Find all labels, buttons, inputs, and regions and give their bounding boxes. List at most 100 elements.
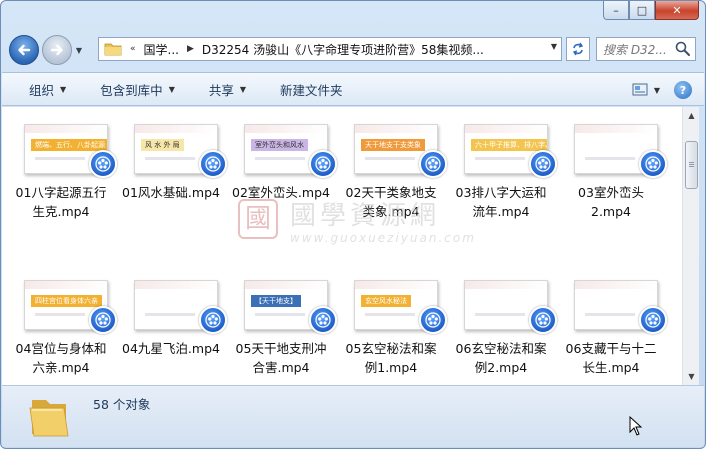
explorer-window: – □ ✕ ▼ « 国学... ▶ D32254 汤骏山《八字命理专项进阶营》5…	[0, 0, 706, 449]
thumbnail-decoration	[585, 157, 635, 160]
thumbnail-decoration	[365, 157, 415, 160]
thumbnail-decoration	[135, 281, 217, 289]
file-name: 03室外峦头 2.mp4	[556, 183, 666, 221]
thumbnail-decoration	[245, 125, 327, 133]
thumbnail-banner: 六十甲子推算、排八字、排大运	[471, 139, 547, 151]
help-icon[interactable]: ?	[674, 81, 692, 99]
caption-buttons: – □ ✕	[603, 1, 699, 22]
media-player-icon	[639, 150, 667, 178]
media-player-icon	[89, 306, 117, 334]
thumbnail-banner: 玄空风水秘法	[361, 295, 411, 307]
thumbnail-banner: 燃端、五行、八卦起源	[31, 139, 107, 151]
scroll-up-icon[interactable]: ▲	[683, 107, 700, 124]
file-name: 05天干地支刑冲 合害.mp4	[226, 339, 336, 377]
file-item[interactable]: 【天干地支】 05天干地支刑冲 合害.mp4	[226, 263, 337, 383]
vertical-scrollbar[interactable]: ▲ ▼	[682, 107, 699, 385]
file-item[interactable]: 四柱宫位看身体六亲 04宫位与身体和 六亲.mp4	[6, 263, 117, 383]
command-bar: 组织 ▼ 包含到库中 ▼ 共享 ▼ 新建文件夹 ▼ ?	[2, 72, 704, 106]
file-name-line: 长生.mp4	[582, 360, 640, 375]
thumbnail-banner: 【天干地支】	[251, 295, 301, 307]
organize-menu[interactable]: 组织 ▼	[29, 80, 66, 99]
file-list[interactable]: 燃端、五行、八卦起源 01八字起源五行 生克.mp4 风 水 外 局 01风水基础.mp…	[2, 107, 682, 385]
search-icon[interactable]	[674, 40, 692, 58]
refresh-button[interactable]	[566, 37, 590, 61]
file-name: 02室外峦头.mp4	[226, 183, 336, 202]
include-in-library-menu[interactable]: 包含到库中 ▼	[100, 80, 175, 99]
chevron-down-icon: ▼	[75, 45, 83, 55]
details-pane: 58 个对象	[2, 385, 704, 447]
toolbar-right: ▼ ?	[632, 81, 692, 99]
file-item[interactable]: 六十甲子推算、排八字、排大运 03排八字大运和流年.mp4	[446, 107, 557, 227]
minimize-icon: –	[613, 3, 619, 17]
file-item[interactable]: 03室外峦头 2.mp4	[556, 107, 667, 227]
file-name-line: 05玄空秘法和案	[345, 341, 437, 356]
mouse-pointer-icon	[629, 416, 643, 436]
thumbnail-decoration	[355, 281, 437, 289]
thumbnail-decoration	[585, 313, 635, 316]
thumbnail-banner: 室外峦头和风水	[251, 139, 308, 151]
file-name-line: 例2.mp4	[474, 360, 528, 375]
change-view-icon[interactable]	[632, 83, 650, 97]
address-bar[interactable]: « 国学... ▶ D32254 汤骏山《八字命理专项进阶营》58集视频... …	[98, 37, 562, 61]
media-player-icon	[309, 306, 337, 334]
back-button[interactable]	[9, 35, 39, 65]
file-item[interactable]: 天干地支干支类象 02天干类象地支 类象.mp4	[336, 107, 447, 227]
breadcrumb-separator-icon[interactable]: ▶	[187, 44, 194, 54]
file-name-line: 04宫位与身体和	[15, 341, 107, 356]
thumbnail-decoration	[135, 125, 217, 133]
file-item[interactable]: 室外峦头和风水 02室外峦头.mp4	[226, 107, 337, 227]
media-player-icon	[89, 150, 117, 178]
breadcrumb-current[interactable]: D32254 汤骏山《八字命理专项进阶营》58集视频...	[202, 41, 484, 58]
thumbnail-decoration	[255, 157, 305, 160]
file-item[interactable]: 04九星飞泊.mp4	[116, 263, 227, 383]
file-name-line: 06支藏干与十二	[565, 341, 657, 356]
address-overflow[interactable]: «	[130, 44, 136, 54]
thumbnail-decoration	[365, 313, 415, 316]
thumbnail-decoration	[245, 281, 327, 289]
new-folder-button[interactable]: 新建文件夹	[280, 80, 343, 99]
thumbnail-decoration	[575, 125, 657, 133]
maximize-button[interactable]: □	[629, 1, 655, 20]
file-item[interactable]: 燃端、五行、八卦起源 01八字起源五行 生克.mp4	[6, 107, 117, 227]
organize-label: 组织	[29, 82, 55, 98]
forward-button[interactable]	[42, 35, 72, 65]
breadcrumb-parent[interactable]: 国学...	[144, 41, 179, 58]
arrow-right-icon	[50, 44, 63, 56]
file-item[interactable]: 风 水 外 局 01风水基础.mp4	[116, 107, 227, 227]
share-menu[interactable]: 共享 ▼	[209, 80, 246, 99]
file-name-line: 05天干地支刑冲	[235, 341, 327, 356]
file-name: 01八字起源五行 生克.mp4	[6, 183, 116, 221]
file-name: 06支藏干与十二 长生.mp4	[556, 339, 666, 377]
file-name-line: 03排八字大运和	[455, 185, 547, 200]
file-item[interactable]: 玄空风水秘法 05玄空秘法和案 例1.mp4	[336, 263, 447, 383]
thumbnail-decoration	[145, 157, 195, 160]
minimize-button[interactable]: –	[603, 1, 629, 20]
folder-icon	[29, 400, 69, 437]
refresh-icon	[572, 42, 584, 56]
media-player-icon	[309, 150, 337, 178]
search-box[interactable]: 搜索 D32...	[596, 37, 696, 61]
scroll-thumb[interactable]	[685, 141, 698, 189]
file-name: 06玄空秘法和案 例2.mp4	[446, 339, 556, 377]
file-name-line: 01风水基础.mp4	[122, 185, 220, 200]
share-label: 共享	[208, 82, 234, 98]
close-button[interactable]: ✕	[655, 1, 699, 20]
thumbnail-decoration	[465, 281, 547, 289]
file-name-line: 04九星飞泊.mp4	[122, 341, 220, 356]
thumbnail-decoration	[355, 125, 437, 133]
search-input[interactable]: 搜索 D32...	[603, 41, 674, 58]
file-item[interactable]: 06支藏干与十二 长生.mp4	[556, 263, 667, 383]
scroll-down-icon[interactable]: ▼	[683, 368, 700, 385]
file-item[interactable]: 06玄空秘法和案 例2.mp4	[446, 263, 557, 383]
recent-pages-button[interactable]: ▼	[72, 40, 86, 60]
thumbnail-decoration	[475, 313, 525, 316]
thumbnail-decoration	[465, 125, 547, 133]
file-name-line: 06玄空秘法和案	[455, 341, 547, 356]
include-in-library-label: 包含到库中	[100, 82, 163, 98]
view-dropdown-icon[interactable]: ▼	[654, 86, 660, 95]
thumbnail-decoration	[145, 313, 195, 316]
item-count: 58 个对象	[93, 397, 151, 412]
address-dropdown-icon[interactable]: ▼	[551, 42, 557, 51]
thumbnail-banner: 风 水 外 局	[141, 139, 184, 151]
chevron-down-icon: ▼	[239, 84, 247, 94]
